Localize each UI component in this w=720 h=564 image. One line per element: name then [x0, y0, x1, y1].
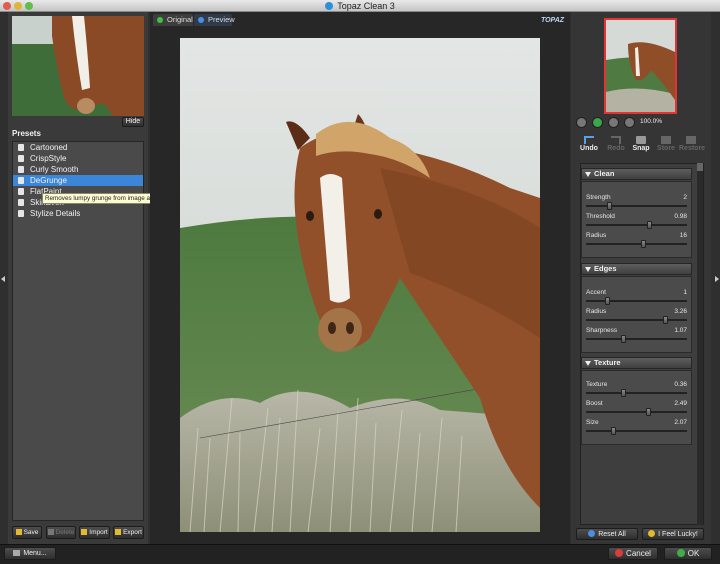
navigator-thumbnail[interactable] — [12, 16, 144, 116]
zoom-100-icon[interactable] — [624, 117, 635, 128]
section-body-texture: Texture 0.36 Boost 2.49 Size 2.07 — [581, 370, 692, 445]
preview-dot-icon — [198, 17, 204, 23]
zoom-fit-icon[interactable] — [592, 117, 603, 128]
document-icon — [18, 210, 24, 217]
snap-button[interactable]: Snap — [629, 136, 653, 152]
tab-original[interactable]: Original — [153, 14, 193, 26]
window-title: Topaz Clean 3 — [0, 0, 720, 12]
export-icon — [115, 529, 122, 535]
topaz-logo: TOPAZ — [540, 17, 565, 24]
slider-knob[interactable] — [662, 316, 668, 324]
settings-scrollbar[interactable] — [697, 163, 703, 525]
slider-strength[interactable]: Strength 2 — [585, 194, 689, 213]
section-body-clean: Strength 2 Threshold 0.98 Radius 16 — [581, 181, 692, 258]
reset-all-button[interactable]: Reset All — [576, 528, 638, 540]
document-icon — [18, 144, 24, 151]
document-icon — [18, 155, 24, 162]
slider-knob[interactable] — [645, 408, 651, 416]
slider-knob[interactable] — [605, 297, 611, 305]
preset-item[interactable]: Cartooned — [13, 142, 143, 153]
slider-threshold[interactable]: Threshold 0.98 — [585, 213, 689, 232]
slider-knob[interactable] — [620, 389, 626, 397]
hide-button[interactable]: Hide — [122, 117, 144, 127]
app-logo-icon — [325, 2, 334, 10]
expand-triangle-icon — [585, 361, 591, 366]
preset-item[interactable]: CrispStyle — [13, 153, 143, 164]
undo-icon — [584, 136, 594, 144]
expand-triangle-icon — [585, 267, 591, 272]
original-dot-icon — [157, 17, 163, 23]
slider-knob[interactable] — [607, 202, 613, 210]
save-icon — [15, 529, 22, 535]
document-icon — [18, 166, 24, 173]
slider-boost[interactable]: Boost 2.49 — [585, 400, 689, 419]
window-title-text: Topaz Clean 3 — [337, 1, 395, 11]
document-icon — [18, 177, 24, 184]
restore-icon — [686, 136, 696, 144]
document-icon — [18, 188, 24, 195]
delete-preset-button[interactable]: Delete — [46, 526, 76, 539]
lucky-icon — [648, 530, 656, 537]
preset-item[interactable]: Stylize Details — [13, 208, 143, 219]
slider-accent[interactable]: Accent 1 — [585, 289, 689, 308]
section-body-edges: Accent 1 Radius 3.26 Sharpness 1.07 — [581, 276, 692, 353]
presets-title: Presets — [12, 129, 41, 138]
zoom-out-icon[interactable] — [576, 117, 587, 128]
horse-thumbnail-image — [12, 16, 144, 116]
slider-radius[interactable]: Radius 16 — [585, 232, 689, 251]
expand-triangle-icon — [585, 172, 591, 177]
store-icon — [661, 136, 671, 144]
export-preset-button[interactable]: Export — [113, 526, 144, 539]
import-preset-button[interactable]: Import — [79, 526, 110, 539]
preset-item-selected[interactable]: DeGrunge — [13, 175, 143, 186]
menu-icon — [13, 550, 21, 556]
navigator-preview[interactable] — [604, 18, 677, 114]
preset-button-bar: Save Delete Import Export — [12, 526, 144, 540]
ok-button[interactable]: OK — [664, 547, 712, 560]
feel-lucky-button[interactable]: I Feel Lucky! — [642, 528, 704, 540]
slider-sharpness[interactable]: Sharpness 1.07 — [585, 327, 689, 346]
slider-knob[interactable] — [640, 240, 646, 248]
slider-size[interactable]: Size 2.07 — [585, 419, 689, 438]
restore-button[interactable]: Restore — [679, 136, 705, 152]
redo-icon — [611, 136, 621, 144]
redo-button[interactable]: Redo — [604, 136, 628, 152]
slider-knob[interactable] — [610, 427, 616, 435]
import-icon — [81, 529, 88, 535]
ok-check-icon — [676, 549, 685, 557]
save-preset-button[interactable]: Save — [12, 526, 42, 539]
menu-button[interactable]: Menu... — [4, 547, 56, 560]
section-header-clean[interactable]: Clean — [581, 168, 692, 180]
collapse-left-arrow-icon[interactable] — [1, 276, 5, 282]
undo-button[interactable]: Undo — [577, 136, 601, 152]
section-header-edges[interactable]: Edges — [581, 263, 692, 275]
cancel-icon — [615, 549, 624, 557]
slider-knob[interactable] — [647, 221, 653, 229]
reset-icon — [588, 530, 596, 537]
scrollbar-thumb[interactable] — [697, 163, 703, 171]
delete-icon — [47, 529, 54, 535]
store-button[interactable]: Store — [654, 136, 678, 152]
tab-preview[interactable]: Preview — [194, 14, 235, 26]
slider-texture[interactable]: Texture 0.36 — [585, 381, 689, 400]
section-header-texture[interactable]: Texture — [581, 357, 692, 369]
slider-edge-radius[interactable]: Radius 3.26 — [585, 308, 689, 327]
zoom-in-icon[interactable] — [608, 117, 619, 128]
cancel-button[interactable]: Cancel — [608, 547, 658, 560]
slider-knob[interactable] — [620, 335, 626, 343]
document-icon — [18, 199, 24, 206]
navigator-horse-image — [606, 20, 675, 112]
horse-photo-image — [180, 38, 540, 532]
preset-item[interactable]: Curly Smooth — [13, 164, 143, 175]
zoom-level: 100.0% — [640, 118, 663, 125]
collapse-right-arrow-icon[interactable] — [715, 276, 719, 282]
image-canvas[interactable] — [180, 38, 540, 532]
camera-icon — [636, 136, 646, 144]
